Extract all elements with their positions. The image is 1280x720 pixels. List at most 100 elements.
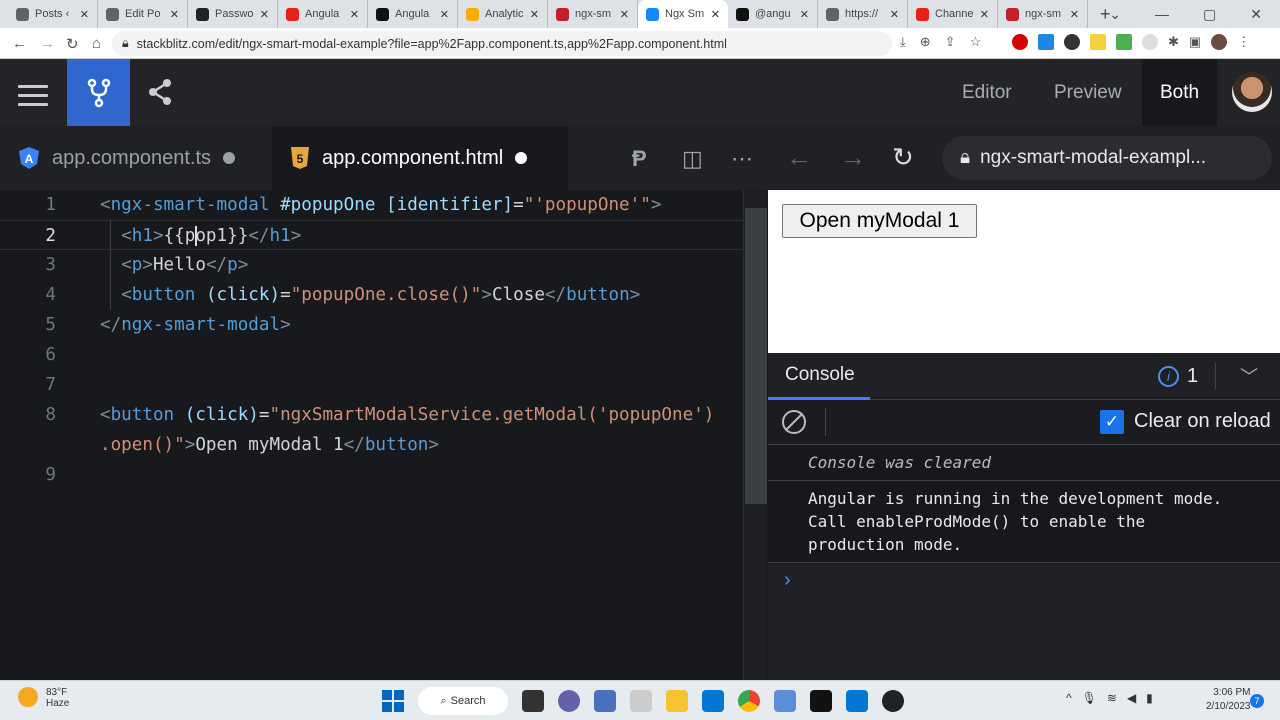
- share-icon[interactable]: [146, 77, 174, 107]
- console-tab[interactable]: Console: [768, 353, 870, 400]
- prettier-icon[interactable]: Ᵽ: [632, 146, 647, 172]
- opera-extension-icon[interactable]: [1012, 34, 1028, 50]
- mic-icon[interactable]: 🎙︎: [1082, 691, 1097, 705]
- extension-icon[interactable]: [1038, 34, 1054, 50]
- hamburger-menu-icon[interactable]: [18, 85, 48, 112]
- maximize-button[interactable]: ▢: [1203, 6, 1216, 23]
- browser-tab[interactable]: Analytic ✕: [458, 0, 548, 28]
- close-tab-icon[interactable]: ✕: [711, 8, 720, 21]
- extension-icon[interactable]: [1116, 34, 1132, 50]
- code-token: >: [280, 315, 291, 335]
- battery-icon[interactable]: ▮: [1146, 691, 1153, 705]
- chevron-down-icon[interactable]: ﹀: [1240, 363, 1258, 389]
- open-modal-button[interactable]: Open myModal 1: [782, 204, 977, 238]
- puzzle-icon[interactable]: ✱: [1168, 34, 1179, 50]
- home-icon[interactable]: ⌂: [92, 35, 101, 52]
- task-view-icon[interactable]: [522, 690, 544, 712]
- preview-forward-icon[interactable]: →: [840, 142, 866, 173]
- fork-button[interactable]: [67, 59, 130, 126]
- file-explorer-icon[interactable]: [666, 690, 688, 712]
- clock[interactable]: 3:06 PM 2/10/2023: [1206, 686, 1251, 714]
- browser-tab[interactable]: ngx-sm ✕: [998, 0, 1088, 28]
- app-icon[interactable]: [702, 690, 724, 712]
- preview-url-field[interactable]: 🔒︎ ngx-smart-modal-exampl...: [942, 136, 1272, 180]
- browser-tab[interactable]: Angula ✕: [368, 0, 458, 28]
- back-icon[interactable]: ←: [12, 35, 27, 52]
- close-tab-icon[interactable]: ✕: [350, 8, 359, 21]
- close-tab-icon[interactable]: ✕: [170, 8, 179, 21]
- code-line: 9: [0, 460, 743, 490]
- share-icon[interactable]: ⇪: [945, 34, 956, 50]
- tray-chevron-icon[interactable]: ^: [1066, 691, 1072, 705]
- browser-tab[interactable]: Ngx Sm ✕: [638, 0, 728, 28]
- extension-icon[interactable]: [1090, 34, 1106, 50]
- weather-widget[interactable]: 83°F Haze: [18, 687, 69, 709]
- user-avatar[interactable]: [1232, 72, 1272, 112]
- shield-extension-icon[interactable]: [1142, 34, 1158, 50]
- forward-icon[interactable]: →: [40, 35, 55, 52]
- minimize-button[interactable]: —: [1155, 6, 1169, 22]
- reload-icon[interactable]: ↻: [66, 35, 79, 53]
- close-tab-icon[interactable]: ✕: [80, 8, 89, 21]
- install-icon[interactable]: ⤓: [900, 34, 906, 50]
- sidepanel-icon[interactable]: ▣: [1189, 34, 1201, 50]
- chat-icon[interactable]: [558, 690, 580, 712]
- browser-tab[interactable]: https:// ✕: [818, 0, 908, 28]
- close-window-button[interactable]: ✕: [1250, 6, 1262, 23]
- close-tab-icon[interactable]: ✕: [260, 8, 269, 21]
- url-input[interactable]: 🔒︎ stackblitz.com/edit/ngx-smart-modal-e…: [112, 31, 892, 56]
- tab-favicon-icon: [556, 7, 569, 21]
- vscode-icon[interactable]: [846, 690, 868, 712]
- close-tab-icon[interactable]: ✕: [980, 8, 989, 21]
- browser-tab[interactable]: Angula ✕: [278, 0, 368, 28]
- volume-icon[interactable]: ◀︎: [1127, 691, 1136, 705]
- notepad-icon[interactable]: [774, 690, 796, 712]
- bookmark-star-icon[interactable]: ☆: [970, 34, 982, 50]
- console-prompt[interactable]: ›: [768, 563, 1280, 598]
- info-count-badge[interactable]: i 1: [1158, 365, 1198, 388]
- editor-scrollbar[interactable]: [743, 190, 767, 680]
- code-editor[interactable]: 1 <ngx-smart-modal #popupOne [identifier]…: [0, 190, 768, 680]
- browser-tab[interactable]: Channe ✕: [908, 0, 998, 28]
- more-actions-icon[interactable]: ⋯: [731, 146, 753, 172]
- clear-console-icon[interactable]: [782, 410, 806, 434]
- preview-back-icon[interactable]: ←: [786, 142, 812, 173]
- preview-reload-icon[interactable]: ↻: [892, 142, 914, 173]
- code-token: (click): [205, 285, 281, 305]
- terminal-icon[interactable]: [810, 690, 832, 712]
- svg-app-icon[interactable]: [630, 690, 652, 712]
- tab-search-icon[interactable]: ⌄: [1109, 6, 1121, 23]
- app-icon[interactable]: [594, 690, 616, 712]
- close-tab-icon[interactable]: ✕: [890, 8, 899, 21]
- scrollbar-thumb[interactable]: [745, 208, 767, 504]
- file-tab-app-component-ts[interactable]: A app.component.ts: [0, 126, 272, 190]
- tab-title: Angula: [305, 8, 340, 20]
- close-tab-icon[interactable]: ✕: [440, 8, 449, 21]
- profile-avatar[interactable]: [1211, 34, 1228, 50]
- zoom-icon[interactable]: ⊕: [920, 34, 931, 50]
- browser-tab[interactable]: Passwo ✕: [188, 0, 278, 28]
- obs-icon[interactable]: [882, 690, 904, 712]
- close-tab-icon[interactable]: ✕: [1070, 8, 1079, 21]
- chrome-icon[interactable]: [738, 690, 760, 712]
- file-tab-app-component-html[interactable]: 5 app.component.html: [272, 126, 568, 190]
- browser-tab[interactable]: Edit Po ✕: [98, 0, 188, 28]
- close-tab-icon[interactable]: ✕: [530, 8, 539, 21]
- view-preview-button[interactable]: Preview: [1036, 59, 1140, 126]
- close-tab-icon[interactable]: ✕: [620, 8, 629, 21]
- notification-badge[interactable]: 7: [1250, 694, 1264, 708]
- view-editor-button[interactable]: Editor: [944, 59, 1030, 126]
- browser-tab[interactable]: Posts ‹ ✕: [8, 0, 98, 28]
- extension-icon[interactable]: [1064, 34, 1080, 50]
- info-icon: i: [1158, 366, 1179, 387]
- windows-start-icon[interactable]: [382, 690, 404, 712]
- browser-tab[interactable]: @angu ✕: [728, 0, 818, 28]
- close-tab-icon[interactable]: ✕: [800, 8, 809, 21]
- split-editor-icon[interactable]: ◫: [682, 146, 703, 172]
- taskbar-search[interactable]: ⌕ Search: [418, 687, 508, 715]
- clear-on-reload-checkbox[interactable]: ✓: [1100, 410, 1124, 434]
- view-both-button[interactable]: Both: [1142, 59, 1218, 126]
- menu-icon[interactable]: ⋮: [1237, 34, 1250, 50]
- wifi-icon[interactable]: ≋: [1107, 691, 1117, 705]
- browser-tab[interactable]: ngx-sm ✕: [548, 0, 638, 28]
